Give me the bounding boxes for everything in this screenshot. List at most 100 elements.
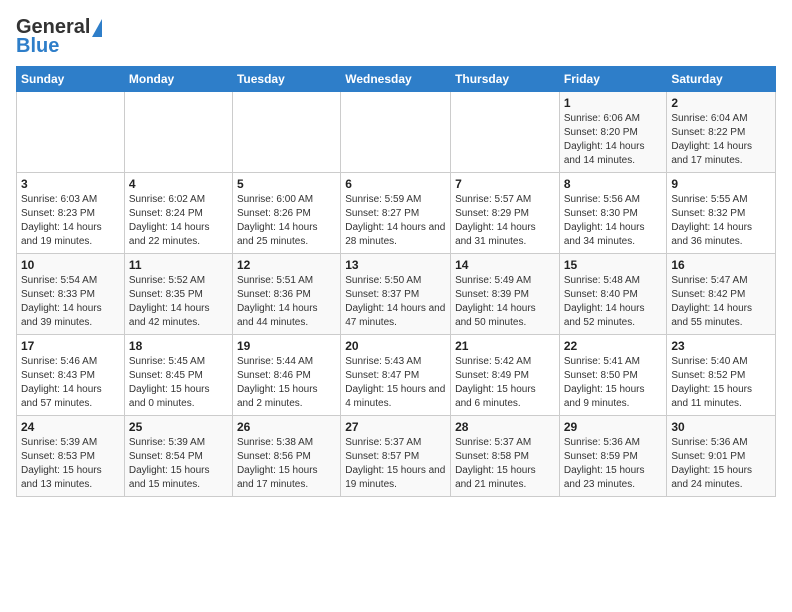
day-number: 8	[564, 177, 663, 191]
day-number: 2	[671, 96, 771, 110]
day-info: Sunrise: 6:02 AM Sunset: 8:24 PM Dayligh…	[129, 193, 228, 249]
day-number: 17	[21, 339, 120, 353]
calendar-cell	[17, 92, 125, 173]
day-info: Sunrise: 5:46 AM Sunset: 8:43 PM Dayligh…	[21, 355, 120, 411]
weekday-header-wednesday: Wednesday	[341, 67, 451, 92]
calendar-cell: 2 Sunrise: 6:04 AM Sunset: 8:22 PM Daylig…	[667, 92, 776, 173]
day-info: Sunrise: 5:37 AM Sunset: 8:58 PM Dayligh…	[455, 436, 555, 492]
calendar-week-row: 3Sunrise: 6:03 AM Sunset: 8:23 PM Daylig…	[17, 173, 776, 254]
calendar-cell: 23Sunrise: 5:40 AM Sunset: 8:52 PM Dayli…	[667, 335, 776, 416]
day-number: 4	[129, 177, 228, 191]
day-number: 29	[564, 420, 663, 434]
calendar-cell	[451, 92, 560, 173]
day-info: Sunrise: 5:44 AM Sunset: 8:46 PM Dayligh…	[237, 355, 336, 411]
calendar-cell: 19 Sunrise: 5:44 AM Sunset: 8:46 PM Dayli…	[232, 335, 340, 416]
day-number: 24	[21, 420, 120, 434]
day-info: Sunrise: 5:56 AM Sunset: 8:30 PM Dayligh…	[564, 193, 663, 249]
calendar-cell: 25 Sunrise: 5:39 AM Sunset: 8:54 PM Dayli…	[124, 416, 232, 497]
calendar-cell: 20Sunrise: 5:43 AM Sunset: 8:47 PM Dayli…	[341, 335, 451, 416]
day-number: 23	[671, 339, 771, 353]
calendar-cell: 15 Sunrise: 5:48 AM Sunset: 8:40 PM Dayli…	[559, 254, 667, 335]
day-number: 16	[671, 258, 771, 272]
day-number: 15	[564, 258, 663, 272]
calendar-week-row: 10Sunrise: 5:54 AM Sunset: 8:33 PM Dayli…	[17, 254, 776, 335]
calendar-cell: 26Sunrise: 5:38 AM Sunset: 8:56 PM Dayli…	[232, 416, 340, 497]
calendar-cell: 3Sunrise: 6:03 AM Sunset: 8:23 PM Daylig…	[17, 173, 125, 254]
calendar-cell: 11 Sunrise: 5:52 AM Sunset: 8:35 PM Dayli…	[124, 254, 232, 335]
calendar-cell: 24 Sunrise: 5:39 AM Sunset: 8:53 PM Dayli…	[17, 416, 125, 497]
day-info: Sunrise: 5:48 AM Sunset: 8:40 PM Dayligh…	[564, 274, 663, 330]
day-info: Sunrise: 6:06 AM Sunset: 8:20 PM Dayligh…	[564, 112, 663, 168]
weekday-header-tuesday: Tuesday	[232, 67, 340, 92]
calendar-cell: 6 Sunrise: 5:59 AM Sunset: 8:27 PM Daylig…	[341, 173, 451, 254]
day-info: Sunrise: 5:41 AM Sunset: 8:50 PM Dayligh…	[564, 355, 663, 411]
day-info: Sunrise: 5:39 AM Sunset: 8:54 PM Dayligh…	[129, 436, 228, 492]
logo-triangle-icon	[92, 19, 102, 37]
day-number: 25	[129, 420, 228, 434]
day-info: Sunrise: 5:45 AM Sunset: 8:45 PM Dayligh…	[129, 355, 228, 411]
day-info: Sunrise: 6:04 AM Sunset: 8:22 PM Dayligh…	[671, 112, 771, 168]
calendar-cell: 17 Sunrise: 5:46 AM Sunset: 8:43 PM Dayli…	[17, 335, 125, 416]
day-number: 11	[129, 258, 228, 272]
calendar-cell	[124, 92, 232, 173]
logo: General Blue	[16, 16, 102, 58]
day-number: 1	[564, 96, 663, 110]
day-info: Sunrise: 5:59 AM Sunset: 8:27 PM Dayligh…	[345, 193, 446, 249]
calendar-cell: 9Sunrise: 5:55 AM Sunset: 8:32 PM Daylig…	[667, 173, 776, 254]
calendar-cell: 4 Sunrise: 6:02 AM Sunset: 8:24 PM Daylig…	[124, 173, 232, 254]
day-number: 14	[455, 258, 555, 272]
day-number: 18	[129, 339, 228, 353]
day-info: Sunrise: 5:39 AM Sunset: 8:53 PM Dayligh…	[21, 436, 120, 492]
day-number: 28	[455, 420, 555, 434]
day-number: 13	[345, 258, 446, 272]
calendar-cell	[341, 92, 451, 173]
day-number: 22	[564, 339, 663, 353]
calendar-cell: 8 Sunrise: 5:56 AM Sunset: 8:30 PM Daylig…	[559, 173, 667, 254]
day-number: 26	[237, 420, 336, 434]
day-info: Sunrise: 5:36 AM Sunset: 9:01 PM Dayligh…	[671, 436, 771, 492]
weekday-header-sunday: Sunday	[17, 67, 125, 92]
calendar-cell: 12 Sunrise: 5:51 AM Sunset: 8:36 PM Dayli…	[232, 254, 340, 335]
day-info: Sunrise: 5:47 AM Sunset: 8:42 PM Dayligh…	[671, 274, 771, 330]
weekday-header-monday: Monday	[124, 67, 232, 92]
day-info: Sunrise: 5:51 AM Sunset: 8:36 PM Dayligh…	[237, 274, 336, 330]
day-info: Sunrise: 5:49 AM Sunset: 8:39 PM Dayligh…	[455, 274, 555, 330]
calendar-table: SundayMondayTuesdayWednesdayThursdayFrid…	[16, 66, 776, 497]
day-info: Sunrise: 5:42 AM Sunset: 8:49 PM Dayligh…	[455, 355, 555, 411]
logo-blue: Blue	[16, 35, 59, 58]
calendar-cell: 1 Sunrise: 6:06 AM Sunset: 8:20 PM Daylig…	[559, 92, 667, 173]
calendar-cell: 27 Sunrise: 5:37 AM Sunset: 8:57 PM Dayli…	[341, 416, 451, 497]
day-number: 7	[455, 177, 555, 191]
calendar-cell: 7Sunrise: 5:57 AM Sunset: 8:29 PM Daylig…	[451, 173, 560, 254]
day-number: 5	[237, 177, 336, 191]
day-info: Sunrise: 5:50 AM Sunset: 8:37 PM Dayligh…	[345, 274, 446, 330]
day-number: 6	[345, 177, 446, 191]
day-number: 12	[237, 258, 336, 272]
calendar-cell: 18 Sunrise: 5:45 AM Sunset: 8:45 PM Dayli…	[124, 335, 232, 416]
calendar-cell: 10Sunrise: 5:54 AM Sunset: 8:33 PM Dayli…	[17, 254, 125, 335]
calendar-cell: 28 Sunrise: 5:37 AM Sunset: 8:58 PM Dayli…	[451, 416, 560, 497]
calendar-cell: 30 Sunrise: 5:36 AM Sunset: 9:01 PM Dayli…	[667, 416, 776, 497]
weekday-header-friday: Friday	[559, 67, 667, 92]
calendar-cell: 21 Sunrise: 5:42 AM Sunset: 8:49 PM Dayli…	[451, 335, 560, 416]
calendar-cell: 16 Sunrise: 5:47 AM Sunset: 8:42 PM Dayli…	[667, 254, 776, 335]
calendar-cell: 14 Sunrise: 5:49 AM Sunset: 8:39 PM Dayli…	[451, 254, 560, 335]
day-number: 9	[671, 177, 771, 191]
day-number: 19	[237, 339, 336, 353]
weekday-header-thursday: Thursday	[451, 67, 560, 92]
calendar-cell: 5 Sunrise: 6:00 AM Sunset: 8:26 PM Daylig…	[232, 173, 340, 254]
calendar-cell: 29 Sunrise: 5:36 AM Sunset: 8:59 PM Dayli…	[559, 416, 667, 497]
calendar-cell: 13 Sunrise: 5:50 AM Sunset: 8:37 PM Dayli…	[341, 254, 451, 335]
day-info: Sunrise: 5:37 AM Sunset: 8:57 PM Dayligh…	[345, 436, 446, 492]
day-number: 27	[345, 420, 446, 434]
day-number: 30	[671, 420, 771, 434]
day-number: 21	[455, 339, 555, 353]
calendar-cell	[232, 92, 340, 173]
day-info: Sunrise: 5:52 AM Sunset: 8:35 PM Dayligh…	[129, 274, 228, 330]
calendar-week-row: 17 Sunrise: 5:46 AM Sunset: 8:43 PM Dayli…	[17, 335, 776, 416]
day-info: Sunrise: 5:36 AM Sunset: 8:59 PM Dayligh…	[564, 436, 663, 492]
calendar-week-row: 1 Sunrise: 6:06 AM Sunset: 8:20 PM Daylig…	[17, 92, 776, 173]
page-header: General Blue	[16, 16, 776, 58]
day-info: Sunrise: 6:00 AM Sunset: 8:26 PM Dayligh…	[237, 193, 336, 249]
day-number: 3	[21, 177, 120, 191]
